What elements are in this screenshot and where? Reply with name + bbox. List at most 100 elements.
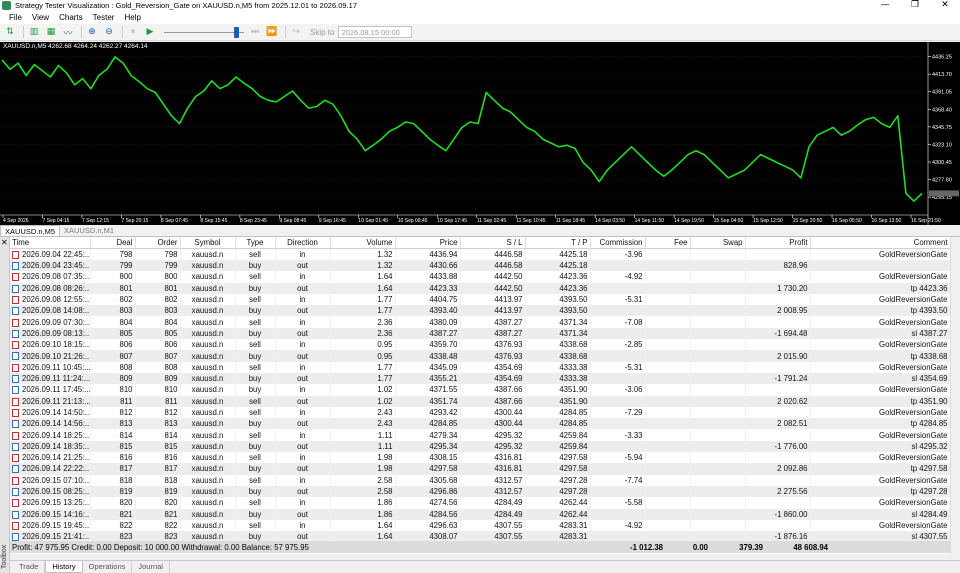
time-cell: 2026.09.10 18:15:... <box>10 339 91 351</box>
table-cell: 798 <box>135 248 181 260</box>
column-header[interactable]: Swap <box>690 237 746 249</box>
table-row[interactable]: 2026.09.15 19:45:... 822 822 xauusd.n sell in… <box>10 519 951 532</box>
table-row[interactable]: 2026.09.15 14:16:... 821 821 xauusd.n buy out… <box>10 508 951 520</box>
tab-xauusd-m1[interactable]: XAUUSD.n,M1 <box>60 225 118 236</box>
time-text: 2026.09.11 11:24:... <box>22 374 90 384</box>
column-header[interactable]: Order <box>135 237 181 249</box>
deal-icon <box>12 521 19 530</box>
table-cell: 809 <box>90 372 136 385</box>
column-header[interactable]: Profit <box>745 237 811 249</box>
column-header[interactable]: Price <box>395 237 461 249</box>
table-cell: 799 <box>135 260 181 272</box>
table-cell: -5.31 <box>590 293 646 306</box>
play-icon[interactable]: ▶ <box>143 26 157 39</box>
table-row[interactable]: 2026.09.11 11:24:... 809 809 xauusd.n buy out… <box>10 372 951 385</box>
column-header[interactable]: Type <box>235 237 276 249</box>
candlestick-chart-icon[interactable]: ▦ <box>44 26 58 39</box>
tab-operations[interactable]: Operations <box>83 561 133 573</box>
table-row[interactable]: 2026.09.08 14:08:... 803 803 xauusd.n buy out… <box>10 305 951 317</box>
table-cell <box>645 361 691 373</box>
table-row[interactable]: 2026.09.08 08:26:... 801 801 xauusd.n buy out… <box>10 282 951 294</box>
table-row[interactable]: 2026.09.15 13:25:... 820 820 xauusd.n sell in… <box>10 497 951 509</box>
menu-help[interactable]: Help <box>119 11 145 24</box>
table-cell: 4297.28 <box>525 474 591 486</box>
deal-icon <box>12 420 19 429</box>
table-cell: -3.06 <box>590 384 646 396</box>
menu-charts[interactable]: Charts <box>54 11 88 24</box>
table-row[interactable]: 2026.09.15 08:25:... 819 819 xauusd.n buy out… <box>10 485 951 498</box>
table-row[interactable]: 2026.09.08 12:55:... 802 802 xauusd.n sell in… <box>10 293 951 306</box>
maximize-button[interactable]: ❐ <box>900 0 930 11</box>
tab-xauusd-m5[interactable]: XAUUSD.n,M5 <box>0 225 61 236</box>
tab-journal[interactable]: Journal <box>132 561 170 573</box>
pause-icon[interactable]: ⏸ <box>126 26 140 39</box>
table-cell: 4376.93 <box>460 350 526 362</box>
table-row[interactable]: 2026.09.14 18:35:... 815 815 xauusd.n buy out… <box>10 440 951 453</box>
close-button[interactable]: ✕ <box>930 0 960 11</box>
price-chart[interactable]: 4436.25 4413.70 4391.05 4368.40 4345.75 4323.… <box>0 42 960 225</box>
table-row[interactable]: 2026.09.15 07:10:... 818 818 xauusd.n sell in… <box>10 474 951 486</box>
table-cell <box>645 519 691 532</box>
table-row[interactable]: 2026.09.09 07:30:... 804 804 xauusd.n sell in… <box>10 316 951 328</box>
speed-slider[interactable] <box>164 26 244 39</box>
column-header[interactable]: Commission <box>590 237 646 249</box>
column-header[interactable]: Volume <box>330 237 396 249</box>
title-bar: Strategy Tester Visualization : Gold_Rev… <box>0 0 960 11</box>
time-cell: 2026.09.14 14:50:... <box>10 406 91 419</box>
toolbox-tabs: Trade History Operations Journal <box>10 560 960 573</box>
vertical-scrollbar[interactable] <box>950 237 960 554</box>
minimize-button[interactable]: — <box>870 0 900 11</box>
table-cell: 4423.36 <box>525 271 591 283</box>
one-click-trading-icon[interactable]: ⇅ <box>3 26 17 39</box>
table-cell: 4283.31 <box>525 519 591 532</box>
tab-history[interactable]: History <box>45 561 83 573</box>
table-cell <box>590 350 646 362</box>
table-row[interactable]: 2026.09.11 17:45:... 810 810 xauusd.n buy in 1… <box>10 384 951 396</box>
table-cell: 819 <box>90 485 136 498</box>
table-row[interactable]: 2026.09.14 14:50:... 812 812 xauusd.n sell in… <box>10 406 951 419</box>
step-forward-icon[interactable]: ⏭ <box>248 26 262 39</box>
table-cell: sell <box>235 395 276 407</box>
column-header[interactable]: Symbol <box>180 237 236 249</box>
slider-thumb[interactable] <box>234 26 239 38</box>
table-row[interactable]: 2026.09.10 18:15:... 806 806 xauusd.n sell in… <box>10 339 951 351</box>
deal-icon <box>12 295 19 304</box>
table-row[interactable]: 2026.09.14 21:25:... 816 816 xauusd.n sell in… <box>10 452 951 464</box>
x-tick-label: 16 Sep 05:50 <box>832 218 862 224</box>
table-cell: 4284.56 <box>395 508 461 520</box>
tab-trade[interactable]: Trade <box>13 561 46 573</box>
column-header[interactable]: Deal <box>90 237 136 249</box>
line-chart-icon[interactable]: 〰 <box>61 26 75 39</box>
zoom-out-icon[interactable]: ⊖ <box>102 26 116 39</box>
table-cell <box>645 327 691 340</box>
table-row[interactable]: 2026.09.11 10:45:... 808 808 xauusd.n sell in… <box>10 361 951 373</box>
table-cell: -7.29 <box>590 406 646 419</box>
table-row[interactable]: 2026.09.11 21:13:... 811 811 xauusd.n sell ou… <box>10 395 951 407</box>
toolbox-close-icon[interactable]: ✕ <box>1 238 8 247</box>
table-row[interactable]: 2026.09.09 08:13:... 805 805 xauusd.n buy out… <box>10 327 951 340</box>
table-row[interactable]: 2026.09.10 21:26:... 807 807 xauusd.n buy out… <box>10 350 951 362</box>
table-cell: 804 <box>135 316 181 328</box>
time-text: 2026.09.14 14:56:... <box>22 419 90 429</box>
column-header[interactable]: Direction <box>275 237 331 249</box>
skip-to-date-field[interactable] <box>338 26 413 38</box>
menu-file[interactable]: File <box>4 11 27 24</box>
table-row[interactable]: 2026.09.04 23:45:... 799 799 xauusd.n buy out… <box>10 260 951 272</box>
table-row[interactable]: 2026.09.04 22:45:... 798 798 xauusd.n sell in… <box>10 248 951 260</box>
bar-chart-icon[interactable]: ▥ <box>27 26 41 39</box>
column-header[interactable]: S / L <box>460 237 526 249</box>
column-header[interactable]: Comment <box>810 237 951 249</box>
table-cell: 817 <box>135 463 181 475</box>
table-cell: 4284.85 <box>525 406 591 419</box>
table-row[interactable]: 2026.09.08 07:35:... 800 800 xauusd.n sell in… <box>10 271 951 283</box>
table-row[interactable]: 2026.09.14 14:56:... 813 813 xauusd.n buy out… <box>10 418 951 430</box>
menu-tester[interactable]: Tester <box>88 11 120 24</box>
table-row[interactable]: 2026.09.14 22:22:... 817 817 xauusd.n buy out… <box>10 463 951 475</box>
column-header[interactable]: Fee <box>645 237 691 249</box>
table-row[interactable]: 2026.09.14 18:25:... 814 814 xauusd.n sell in… <box>10 429 951 441</box>
fast-forward-icon[interactable]: ⏩ <box>265 26 279 39</box>
column-header[interactable]: T / P <box>525 237 591 249</box>
column-header[interactable]: Time <box>10 237 91 249</box>
menu-view[interactable]: View <box>27 11 54 24</box>
zoom-in-icon[interactable]: ⊕ <box>85 26 99 39</box>
